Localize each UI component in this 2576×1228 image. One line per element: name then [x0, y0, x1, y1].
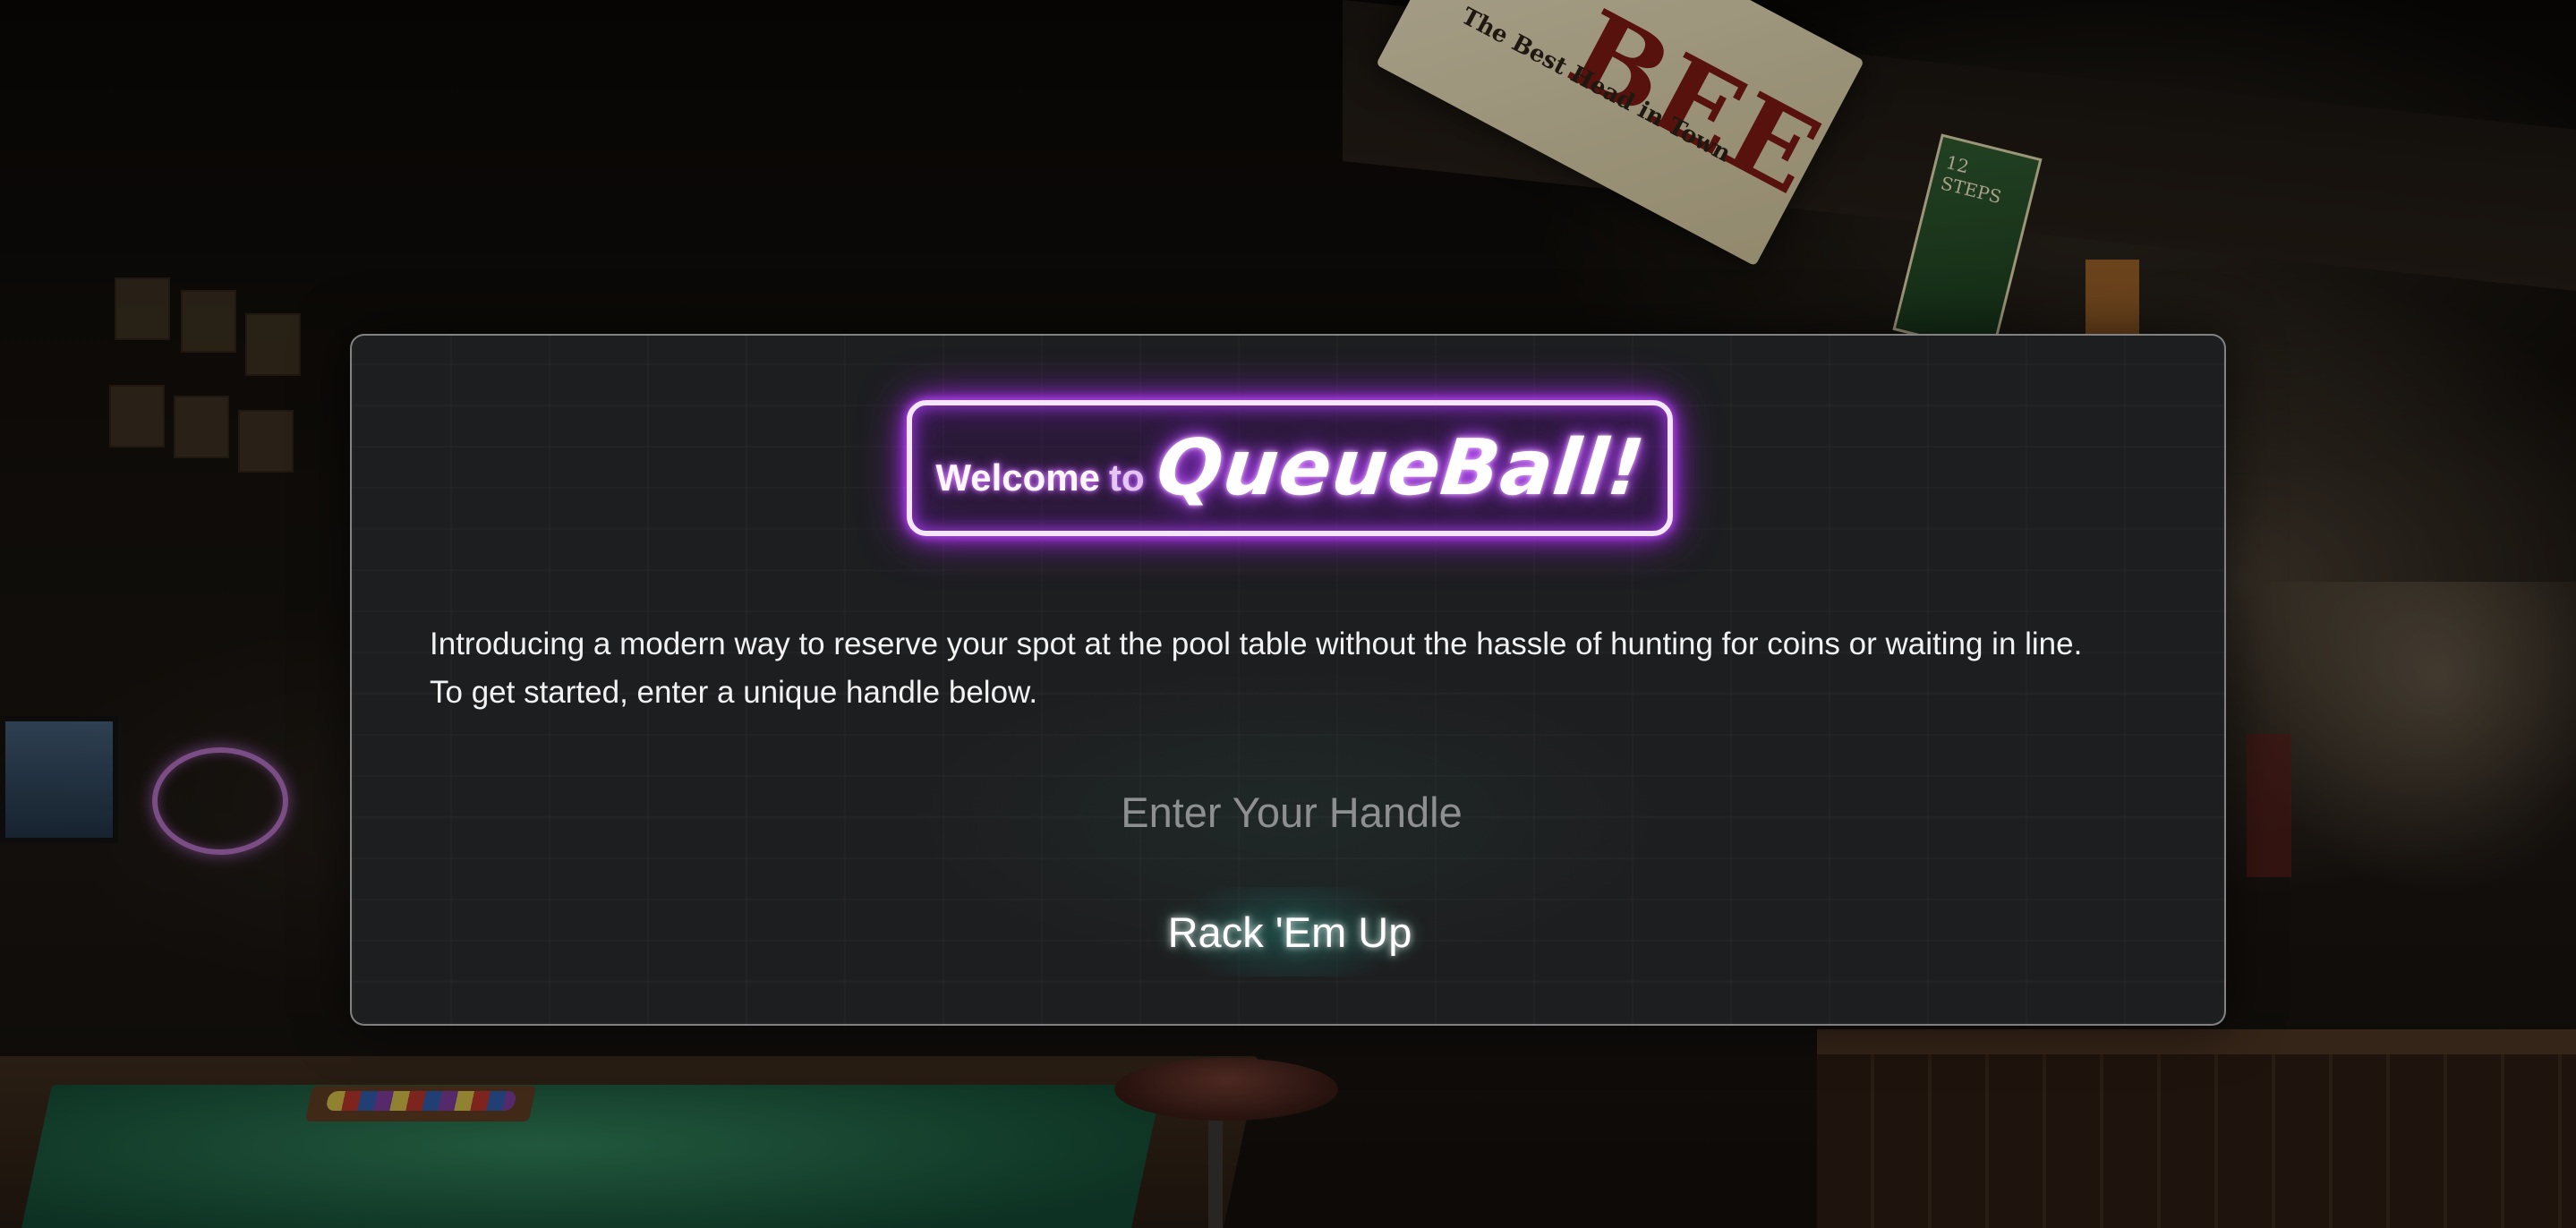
sign-welcome-text: Welcome: [935, 456, 1100, 499]
sign-to-text: to: [1109, 456, 1145, 499]
neon-welcome-sign: Welcome to QueueBall!: [907, 400, 1673, 536]
handle-input[interactable]: [1021, 780, 1562, 844]
intro-line: To get started, enter a unique handle be…: [430, 675, 1038, 710]
brand-logo-text: QueueBall!: [1152, 423, 1649, 513]
intro-line: Introducing a modern way to reserve your…: [430, 627, 2083, 661]
welcome-card: Welcome to QueueBall! Introducing a mode…: [350, 334, 2226, 1026]
intro-text: Introducing a modern way to reserve your…: [430, 620, 2184, 717]
rack-em-up-button[interactable]: Rack 'Em Up: [1111, 887, 1469, 976]
